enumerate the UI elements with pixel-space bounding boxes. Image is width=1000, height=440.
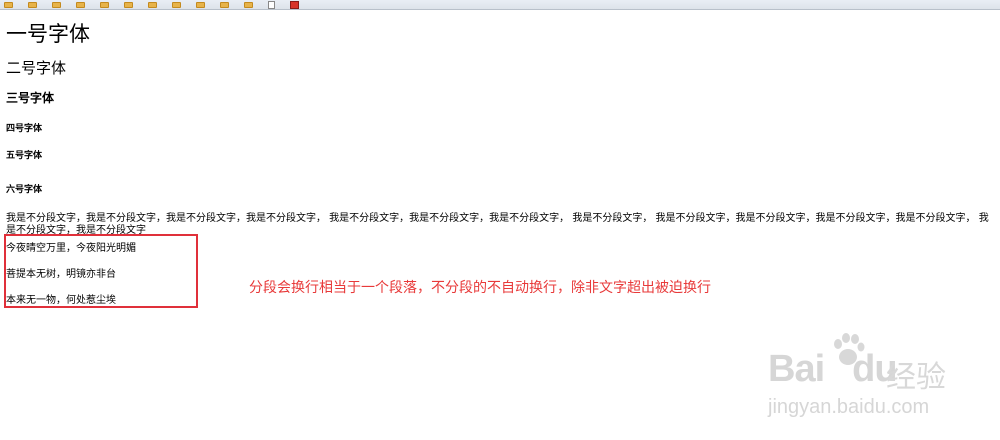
heading-3: 三号字体 <box>6 91 55 105</box>
folder-icon <box>100 1 109 8</box>
folder-icon <box>76 1 85 8</box>
folder-icon <box>172 1 181 8</box>
bookmark-item[interactable] <box>148 0 160 9</box>
folder-icon <box>244 1 253 8</box>
folder-icon <box>196 1 205 8</box>
folder-icon <box>148 1 157 8</box>
folder-icon <box>220 1 229 8</box>
bookmark-item[interactable] <box>76 0 88 9</box>
baidu-logo-text: Bai du <box>768 348 898 390</box>
bookmark-item[interactable] <box>268 0 278 9</box>
annotation-highlight-box <box>4 234 198 308</box>
folder-icon <box>52 1 61 8</box>
bookmark-item[interactable] <box>4 0 16 9</box>
bookmark-item[interactable] <box>28 0 40 9</box>
bookmark-item[interactable] <box>290 0 302 9</box>
app-icon <box>290 0 299 9</box>
bookmark-item[interactable] <box>172 0 184 9</box>
bookmarks-bar <box>0 0 1000 10</box>
page-icon <box>268 0 275 9</box>
jingyan-text: 经验 <box>886 360 946 395</box>
bookmark-item[interactable] <box>52 0 64 9</box>
heading-1: 一号字体 <box>6 22 90 46</box>
bookmark-item[interactable] <box>196 0 208 9</box>
folder-icon <box>28 1 37 8</box>
bookmark-item[interactable] <box>220 0 232 9</box>
heading-2: 二号字体 <box>6 59 67 77</box>
heading-5: 五号字体 <box>6 151 43 161</box>
bookmark-item[interactable] <box>100 0 112 9</box>
annotation-note: 分段会换行相当于一个段落，不分段的不自动换行，除非文字超出被迫换行 <box>249 280 711 296</box>
watermark-url: jingyan.baidu.com <box>768 396 930 418</box>
folder-icon <box>124 1 133 8</box>
heading-4: 四号字体 <box>6 124 43 134</box>
heading-6: 六号字体 <box>6 185 43 195</box>
bookmark-item[interactable] <box>244 0 256 9</box>
bookmark-item[interactable] <box>124 0 136 9</box>
folder-icon <box>4 1 13 8</box>
baidu-jingyan-watermark: Bai du 经验 jingyan.baidu.com <box>768 330 988 430</box>
